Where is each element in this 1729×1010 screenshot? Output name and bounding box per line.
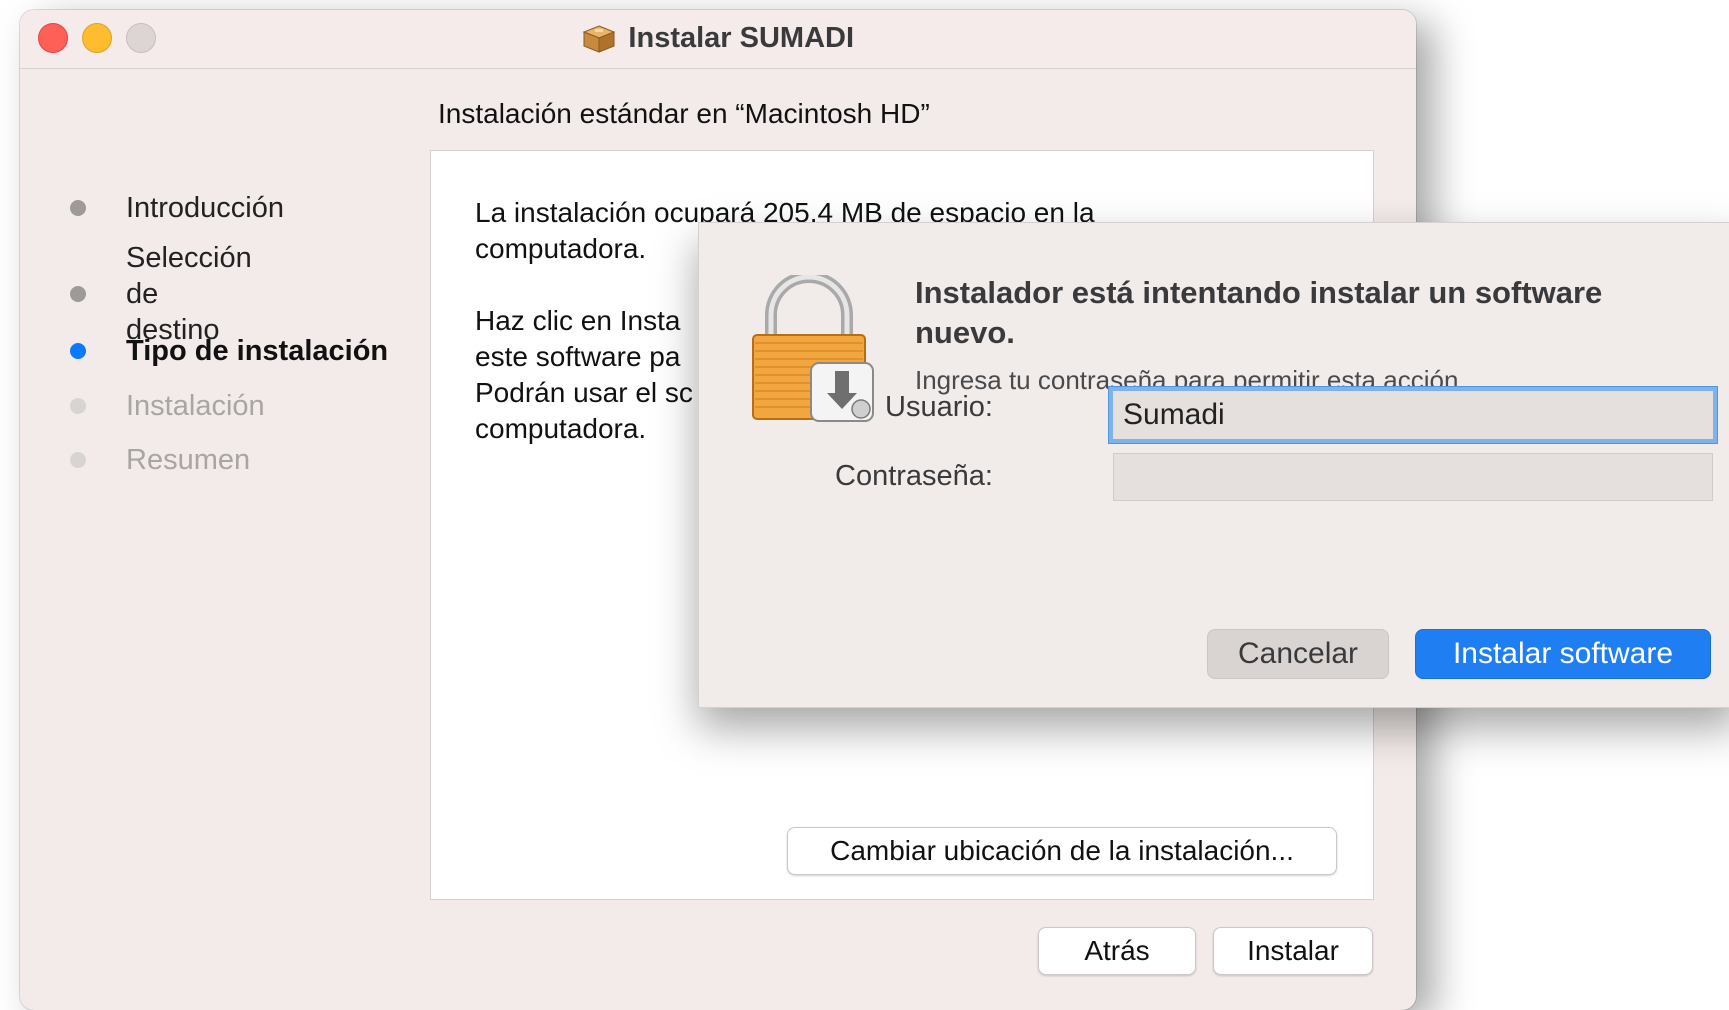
back-button[interactable]: Atrás bbox=[1038, 927, 1196, 975]
step-dot bbox=[70, 286, 86, 302]
username-label: Usuario: bbox=[885, 391, 993, 423]
step-dot bbox=[70, 398, 86, 414]
install-button[interactable]: Instalar bbox=[1213, 927, 1373, 975]
password-label: Contraseña: bbox=[835, 460, 993, 492]
window-title-text: Instalar SUMADI bbox=[628, 22, 855, 54]
step-dot bbox=[70, 343, 86, 359]
step-label: Tipo de instalación bbox=[126, 335, 389, 367]
install-instructions-text: Haz clic en Insta este software pa Podrá… bbox=[475, 305, 693, 444]
step-label: Instalación bbox=[126, 390, 265, 422]
step-label: Introducción bbox=[126, 192, 284, 224]
authentication-dialog: Instalador está intentando instalar un s… bbox=[698, 222, 1729, 708]
step-dot bbox=[70, 200, 86, 216]
package-icon bbox=[582, 24, 616, 54]
cancel-button[interactable]: Cancelar bbox=[1207, 629, 1389, 679]
username-field[interactable]: Sumadi bbox=[1109, 387, 1717, 443]
change-install-location-button[interactable]: Cambiar ubicación de la instalación... bbox=[787, 827, 1337, 875]
step-label: Resumen bbox=[126, 444, 251, 476]
step-label: Selección de destino bbox=[126, 242, 252, 346]
window-title: Instalar SUMADI bbox=[20, 22, 1416, 58]
step-dot bbox=[70, 452, 86, 468]
password-field[interactable] bbox=[1113, 453, 1713, 501]
page-heading: Instalación estándar en “Macintosh HD” bbox=[438, 98, 930, 129]
title-bar[interactable]: Instalar SUMADI bbox=[20, 10, 1416, 69]
dialog-title: Instalador está intentando instalar un s… bbox=[915, 275, 1603, 350]
install-software-button[interactable]: Instalar software bbox=[1415, 629, 1711, 679]
